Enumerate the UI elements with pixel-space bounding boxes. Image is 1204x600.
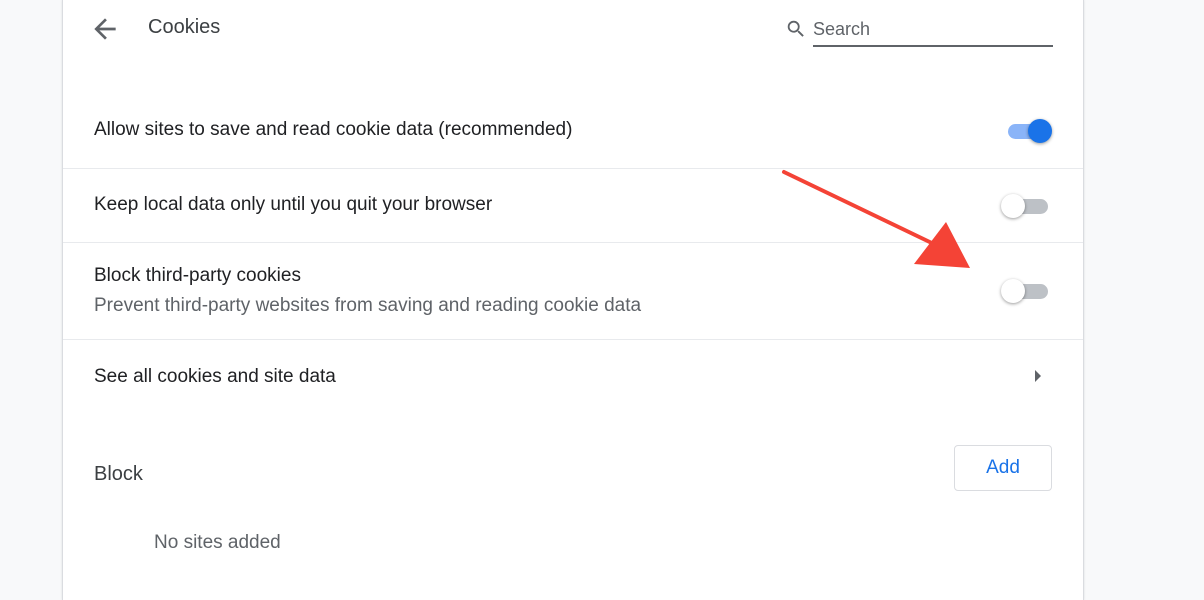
search-icon[interactable] <box>785 18 807 40</box>
arrow-back-icon <box>94 18 116 40</box>
setting-row-allow-cookies[interactable]: Allow sites to save and read cookie data… <box>63 93 1083 168</box>
add-blocked-site-button[interactable]: Add <box>954 445 1052 491</box>
setting-label: Allow sites to save and read cookie data… <box>94 119 573 140</box>
page-title: Cookies <box>148 16 221 38</box>
search-box <box>783 14 1053 47</box>
setting-label: Keep local data only until you quit your… <box>94 194 493 215</box>
setting-row-keep-local-data[interactable]: Keep local data only until you quit your… <box>63 168 1083 242</box>
toggle-keep-local-data[interactable] <box>999 192 1053 220</box>
setting-label: Block third-party cookies <box>94 265 301 286</box>
toggle-knob <box>1001 194 1025 218</box>
toggle-block-third-party[interactable] <box>999 277 1053 305</box>
no-sites-message: No sites added <box>154 532 281 553</box>
search-input[interactable] <box>813 14 1053 47</box>
see-all-cookies-label: See all cookies and site data <box>94 366 336 387</box>
toggle-knob <box>1001 279 1025 303</box>
back-button[interactable] <box>89 13 121 45</box>
toggle-allow-cookies[interactable] <box>999 117 1053 145</box>
see-all-cookies-row[interactable]: See all cookies and site data <box>63 339 1083 413</box>
cookies-settings-card: Cookies Allow sites to save and read coo… <box>62 0 1084 600</box>
chevron-right-icon <box>1035 370 1041 382</box>
setting-description: Prevent third-party websites from saving… <box>94 295 642 316</box>
block-section-title: Block <box>94 463 143 485</box>
setting-row-block-third-party[interactable]: Block third-party cookies Prevent third-… <box>63 242 1083 339</box>
page-header: Cookies <box>63 0 1083 58</box>
toggle-knob <box>1028 119 1052 143</box>
